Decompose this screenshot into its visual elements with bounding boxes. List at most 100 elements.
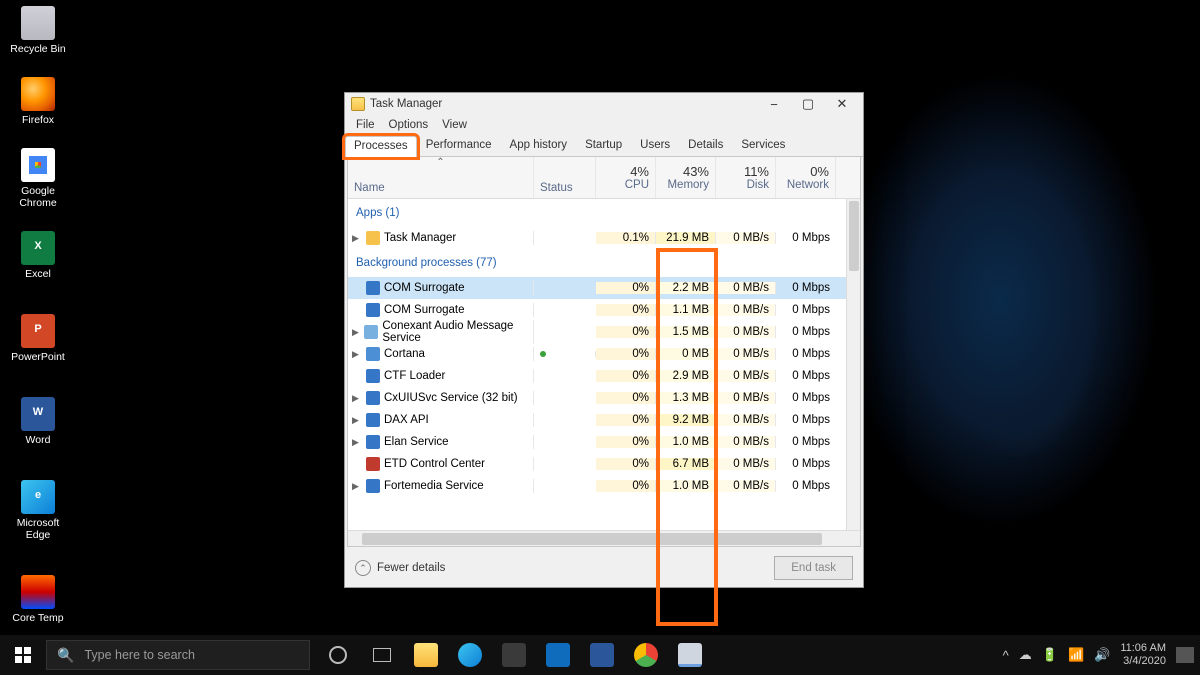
process-row[interactable]: ▶Cortana0%0 MB0 MB/s0 Mbps: [348, 343, 846, 365]
group-header-background[interactable]: Background processes (77): [348, 249, 846, 277]
search-input[interactable]: 🔍 Type here to search: [46, 640, 310, 670]
titlebar[interactable]: Task Manager − ▢ ✕: [345, 93, 863, 115]
column-header-cpu[interactable]: 4%CPU: [596, 157, 656, 198]
wifi-icon[interactable]: 📶: [1068, 647, 1084, 663]
desktop-icon-recycle-bin[interactable]: Recycle Bin: [8, 6, 68, 55]
menu-file[interactable]: File: [351, 118, 380, 132]
desktop-icon-word[interactable]: WWord: [8, 397, 68, 458]
process-icon: [364, 325, 378, 339]
column-header-network[interactable]: 0%Network: [776, 157, 836, 198]
minimize-button[interactable]: −: [757, 93, 791, 115]
column-header-name[interactable]: ⌃Name: [348, 157, 534, 198]
process-row[interactable]: ▶COM Surrogate0%1.1 MB0 MB/s0 Mbps: [348, 299, 846, 321]
time: 11:06 AM: [1120, 642, 1166, 655]
process-icon: [366, 347, 380, 361]
desktop-icon-excel[interactable]: XExcel: [8, 231, 68, 292]
expand-arrow-icon[interactable]: ▶: [352, 437, 362, 448]
edge-taskbar-icon[interactable]: [448, 635, 492, 675]
desktop-icon-coretemp[interactable]: Core Temp: [8, 575, 68, 624]
process-name: COM Surrogate: [384, 282, 465, 294]
file-explorer-icon[interactable]: [404, 635, 448, 675]
tab-startup[interactable]: Startup: [576, 135, 631, 156]
group-header-apps[interactable]: Apps (1): [348, 199, 846, 227]
cortana-button[interactable]: [316, 635, 360, 675]
tab-app-history[interactable]: App history: [501, 135, 577, 156]
mail-icon[interactable]: [536, 635, 580, 675]
process-name: Elan Service: [384, 436, 449, 448]
expand-arrow-icon[interactable]: ▶: [352, 415, 362, 426]
end-task-button[interactable]: End task: [774, 556, 853, 580]
desktop-icon-firefox[interactable]: Firefox: [8, 77, 68, 126]
tab-details[interactable]: Details: [679, 135, 732, 156]
tab-services[interactable]: Services: [732, 135, 794, 156]
desktop-icon-label: Core Temp: [12, 612, 63, 624]
desktop-icon-label: PowerPoint: [11, 351, 65, 363]
process-row[interactable]: ▶COM Surrogate0%2.2 MB0 MB/s0 Mbps: [348, 277, 846, 299]
process-name: COM Surrogate: [384, 304, 465, 316]
process-row[interactable]: ▶Elan Service0%1.0 MB0 MB/s0 Mbps: [348, 431, 846, 453]
process-name-cell: ▶Fortemedia Service: [348, 479, 534, 493]
process-row[interactable]: ▶CTF Loader0%2.9 MB0 MB/s0 Mbps: [348, 365, 846, 387]
notifications-button[interactable]: [1176, 647, 1194, 663]
process-row[interactable]: ▶Task Manager0.1%21.9 MB0 MB/s0 Mbps: [348, 227, 846, 249]
process-name-cell: ▶ Task Manager: [348, 231, 534, 245]
expand-arrow-icon[interactable]: ▶: [352, 393, 362, 404]
task-view-button[interactable]: [360, 635, 404, 675]
desktop-icon-powerpoint[interactable]: PPowerPoint: [8, 314, 68, 375]
taskbar-pinned: [316, 635, 712, 675]
vertical-scrollbar[interactable]: [846, 199, 860, 530]
process-name: ETD Control Center: [384, 458, 485, 470]
process-name-cell: ▶ Elan Service: [348, 435, 534, 449]
desktop-icon-label: Excel: [25, 268, 51, 280]
chevron-up-icon: ⌃: [355, 560, 371, 576]
horizontal-scrollbar[interactable]: [348, 530, 860, 546]
search-placeholder: Type here to search: [84, 648, 194, 662]
process-row[interactable]: ▶DAX API0%9.2 MB0 MB/s0 Mbps: [348, 409, 846, 431]
process-icon: [366, 303, 380, 317]
start-button[interactable]: [0, 635, 46, 675]
column-header-status[interactable]: Status: [534, 157, 596, 198]
process-name: CTF Loader: [384, 370, 445, 382]
process-row[interactable]: ▶Conexant Audio Message Service0%1.5 MB0…: [348, 321, 846, 343]
process-row[interactable]: ▶CxUIUSvc Service (32 bit)0%1.3 MB0 MB/s…: [348, 387, 846, 409]
process-row[interactable]: ▶Fortemedia Service0%1.0 MB0 MB/s0 Mbps: [348, 475, 846, 497]
expand-arrow-icon[interactable]: ▶: [352, 327, 360, 338]
expand-arrow-icon[interactable]: ▶: [352, 481, 362, 492]
tab-processes[interactable]: Processes: [345, 136, 417, 157]
process-icon: [366, 479, 380, 493]
maximize-button[interactable]: ▢: [791, 93, 825, 115]
tab-performance[interactable]: Performance: [417, 135, 501, 156]
process-name-cell: ▶Cortana: [348, 347, 534, 361]
process-name-cell: ▶Conexant Audio Message Service: [348, 320, 534, 344]
process-icon: [366, 413, 380, 427]
menu-options[interactable]: Options: [384, 118, 434, 132]
close-button[interactable]: ✕: [825, 93, 859, 115]
tab-users[interactable]: Users: [631, 135, 679, 156]
fewer-details-button[interactable]: ⌃Fewer details: [355, 560, 445, 576]
column-header-disk[interactable]: 11%Disk: [716, 157, 776, 198]
volume-icon[interactable]: 🔊: [1094, 647, 1110, 663]
taskmanager-taskbar-icon[interactable]: [668, 635, 712, 675]
chevron-up-icon[interactable]: ^: [1003, 648, 1009, 663]
process-rows: Apps (1)▶Task Manager0.1%21.9 MB0 MB/s0 …: [348, 199, 846, 530]
desktop-icon-chrome[interactable]: Google Chrome: [8, 148, 68, 209]
process-name-cell: ▶CxUIUSvc Service (32 bit): [348, 391, 534, 405]
onedrive-icon[interactable]: ☁: [1019, 647, 1032, 663]
desktop-icon-edge[interactable]: eMicrosoft Edge: [8, 480, 68, 553]
store-icon[interactable]: [492, 635, 536, 675]
desktop-icon-label: Firefox: [22, 114, 54, 126]
process-name: Task Manager: [384, 232, 456, 244]
search-icon: 🔍: [57, 647, 74, 664]
process-row[interactable]: ▶ETD Control Center0%6.7 MB0 MB/s0 Mbps: [348, 453, 846, 475]
battery-icon[interactable]: 🔋: [1042, 647, 1058, 663]
column-header-memory[interactable]: 43%Memory: [656, 157, 716, 198]
process-table: ⌃Name Status 4%CPU 43%Memory 11%Disk 0%N…: [347, 157, 861, 547]
process-icon: [366, 457, 380, 471]
desktop-icon-label: Microsoft Edge: [17, 517, 60, 541]
expand-arrow-icon[interactable]: ▶: [352, 349, 362, 360]
word-taskbar-icon[interactable]: [580, 635, 624, 675]
clock[interactable]: 11:06 AM 3/4/2020: [1120, 642, 1166, 667]
chrome-taskbar-icon[interactable]: [624, 635, 668, 675]
expand-arrow-icon[interactable]: ▶: [352, 233, 362, 244]
menu-view[interactable]: View: [437, 118, 472, 132]
